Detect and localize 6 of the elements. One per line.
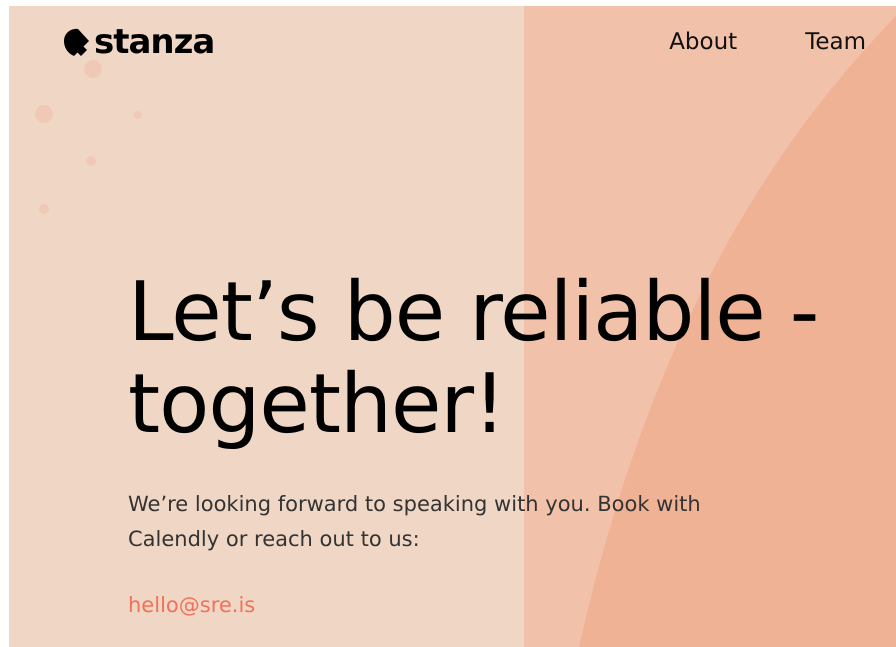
logo-wordmark[interactable]: stanza: [94, 22, 214, 62]
logo-icon: [62, 27, 92, 57]
intro-paragraph: We’re looking forward to speaking with you. Book with Calendly or reach out to us:: [128, 491, 702, 553]
hero-heading: Let’s be reliable - together!: [128, 267, 820, 451]
nav-link[interactable]: Team: [805, 29, 866, 55]
nav-link[interactable]: About: [669, 29, 738, 55]
